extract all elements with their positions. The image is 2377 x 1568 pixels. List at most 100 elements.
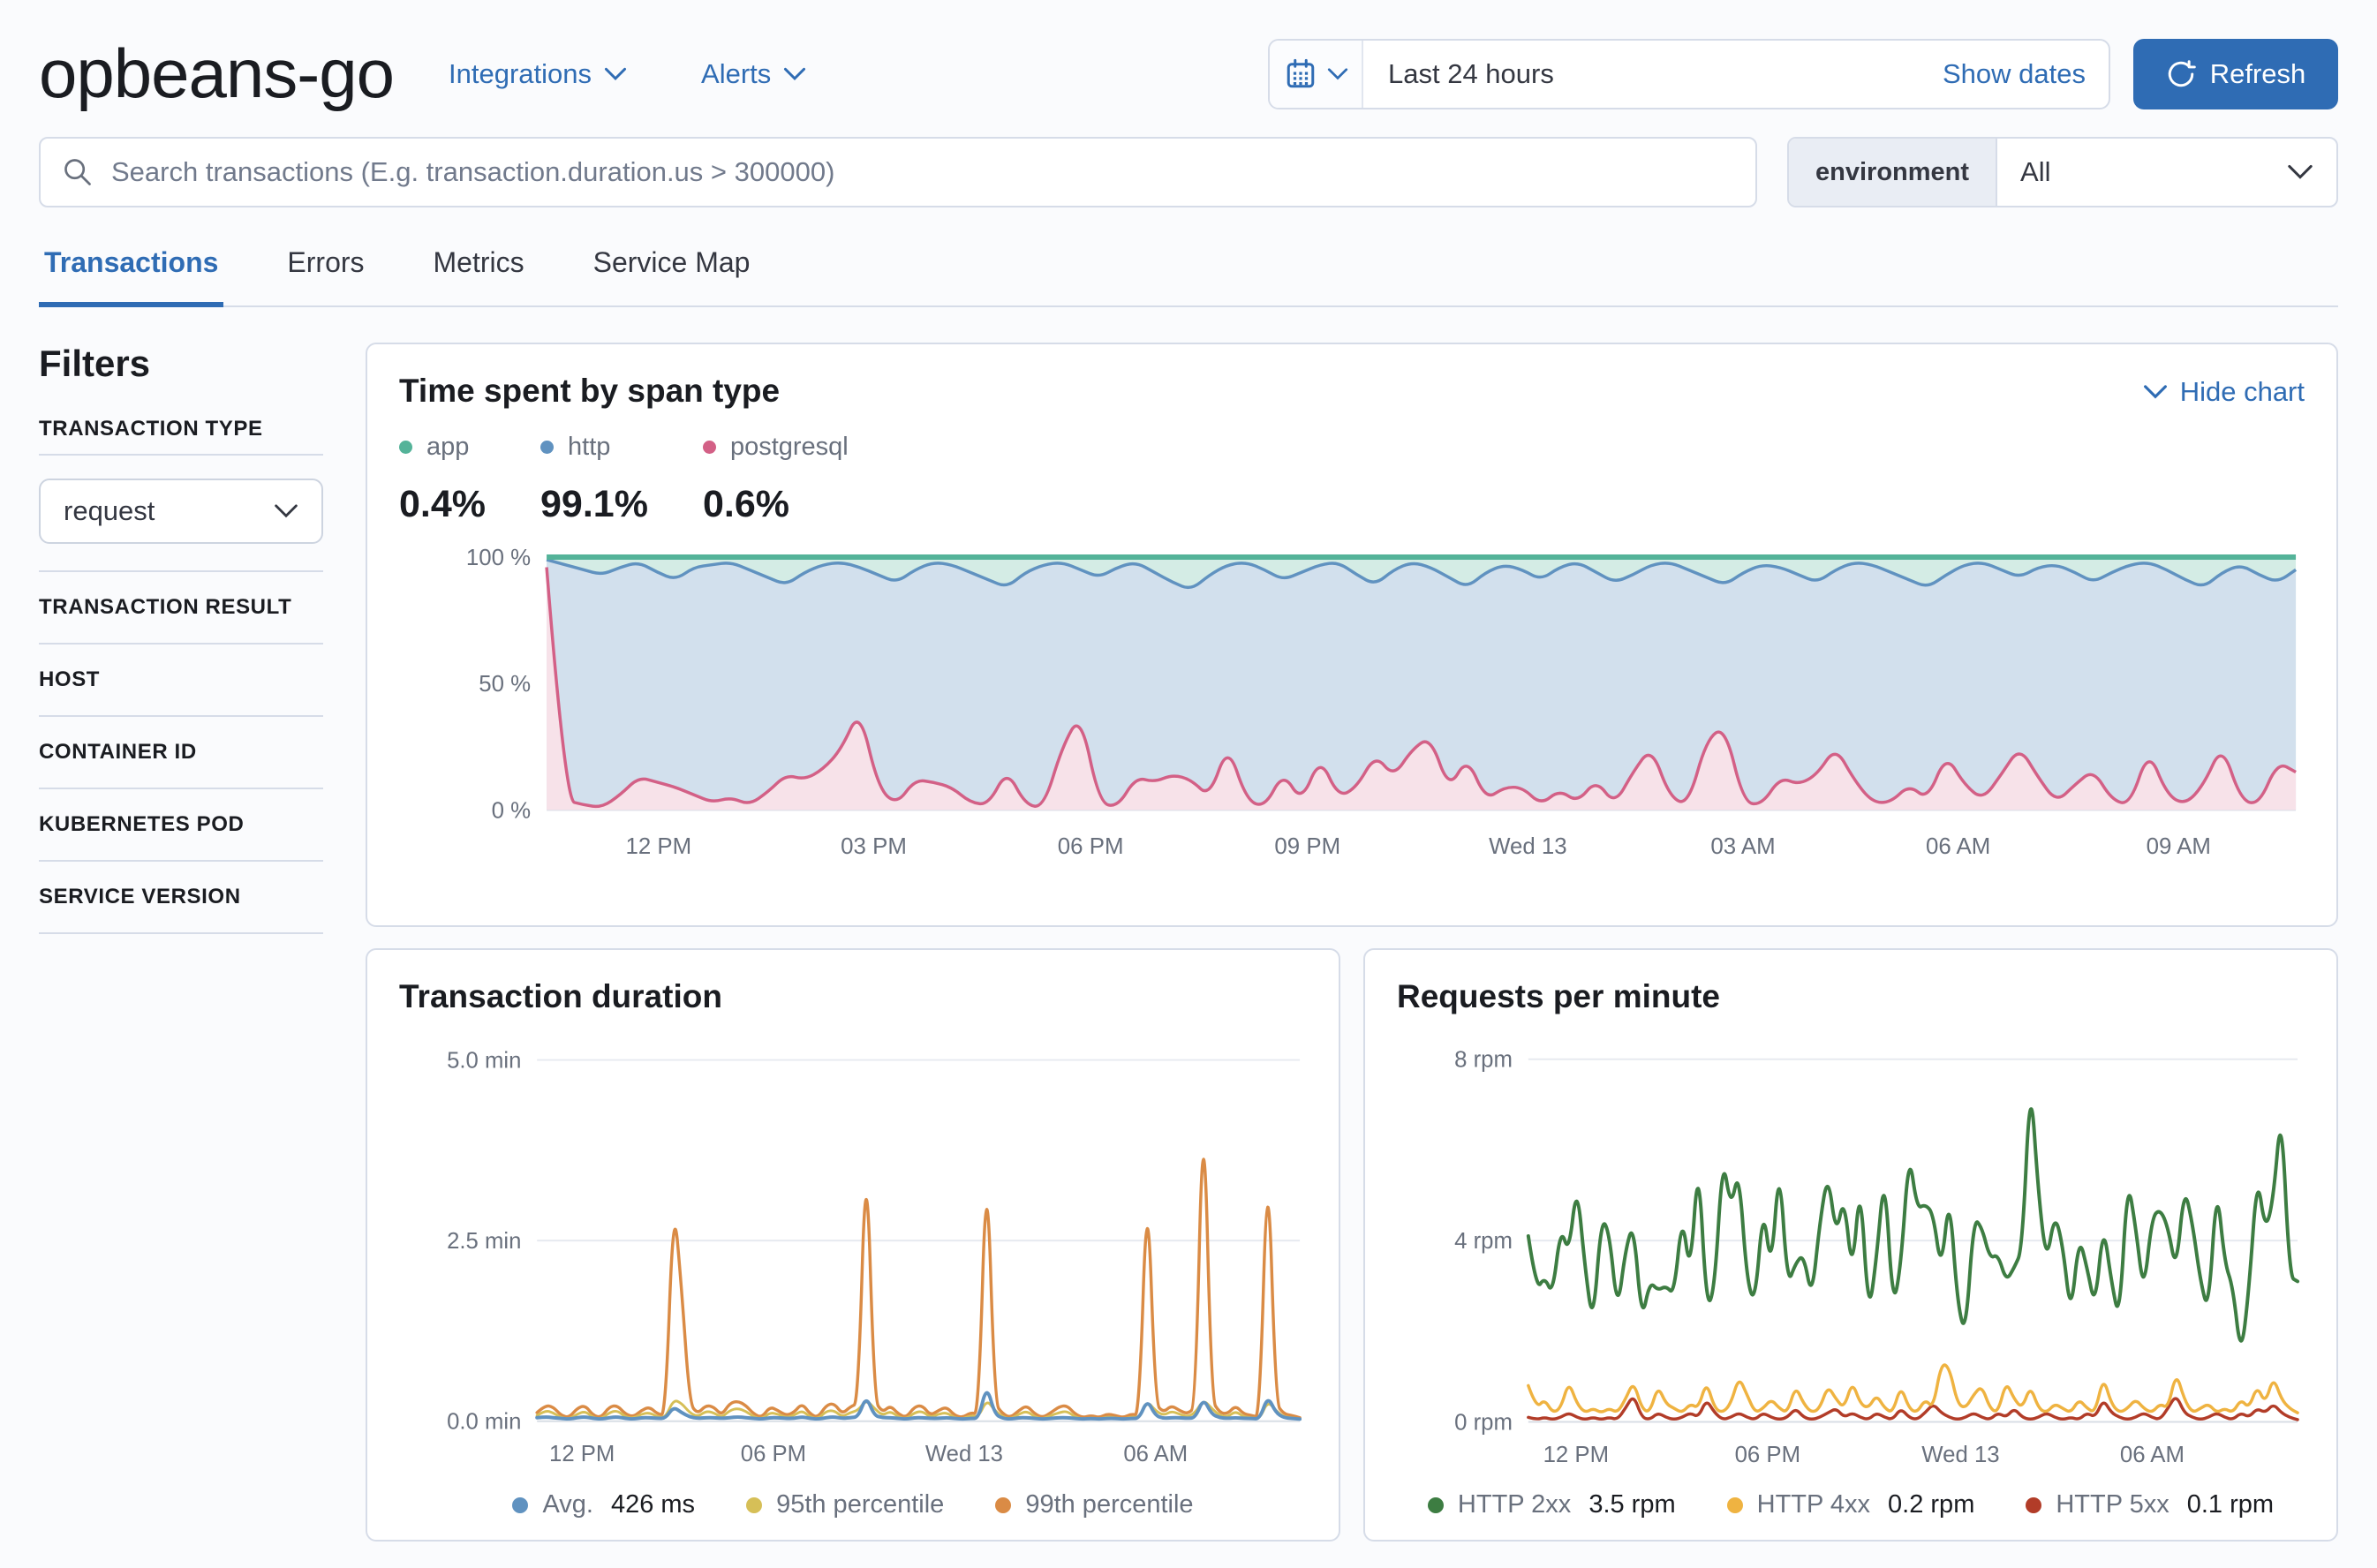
top-nav: Integrations Alerts xyxy=(449,58,806,90)
transaction-type-label: TRANSACTION TYPE xyxy=(39,417,263,441)
integrations-menu[interactable]: Integrations xyxy=(449,58,627,90)
legend-item-http-5xx[interactable]: HTTP 5xx 0.1 rpm xyxy=(2026,1490,2274,1519)
legend-item-avg[interactable]: Avg. 426 ms xyxy=(512,1490,695,1519)
chevron-down-icon xyxy=(604,66,627,82)
quick-select-date-button[interactable] xyxy=(1270,40,1363,108)
svg-text:Wed 13: Wed 13 xyxy=(925,1442,1003,1466)
svg-text:06 PM: 06 PM xyxy=(741,1442,806,1466)
chevron-down-icon xyxy=(274,503,298,519)
tab-service-map[interactable]: Service Map xyxy=(588,234,756,305)
content: Filters TRANSACTION TYPE request TRANSAC… xyxy=(0,343,2377,1542)
filter-section-transaction-result[interactable]: TRANSACTION RESULT xyxy=(39,572,323,643)
legend-dot-http-4xx xyxy=(1726,1496,1743,1513)
transaction-type-select[interactable]: request xyxy=(39,479,323,544)
svg-text:8 rpm: 8 rpm xyxy=(1454,1048,1513,1073)
legend-item-http-4xx[interactable]: HTTP 4xx 0.2 rpm xyxy=(1726,1490,1975,1519)
search-box xyxy=(39,137,1757,207)
time-spent-chart[interactable]: 100 % 50 % 0 % 12 PM 03 PM 06 PM 09 PM Wed 13 03… xyxy=(399,544,2305,897)
svg-text:50 %: 50 % xyxy=(479,672,531,697)
svg-text:03 AM: 03 AM xyxy=(1710,834,1775,859)
svg-text:03 PM: 03 PM xyxy=(841,834,907,859)
svg-text:06 PM: 06 PM xyxy=(1058,834,1124,859)
legend-dot-95th xyxy=(746,1496,763,1513)
legend-item-http-2xx[interactable]: HTTP 2xx 3.5 rpm xyxy=(1427,1490,1676,1519)
tab-metrics[interactable]: Metrics xyxy=(428,234,530,305)
filter-section-service-version[interactable]: SERVICE VERSION xyxy=(39,862,323,932)
search-row: environment All xyxy=(0,137,2377,207)
requests-per-minute-chart[interactable]: 8 rpm 4 rpm 0 rpm 12 PM 06 PM Wed 13 06 AM xyxy=(1397,1033,2305,1474)
apm-service-overview-page: opbeans-go Integrations Alerts Last 24 h… xyxy=(0,0,2377,1568)
legend-item-99th[interactable]: 99th percentile xyxy=(995,1490,1194,1519)
tab-transactions[interactable]: Transactions xyxy=(39,234,224,307)
time-range-value[interactable]: Last 24 hours xyxy=(1388,58,1554,90)
hide-chart-link[interactable]: Hide chart xyxy=(2143,376,2305,408)
svg-text:Wed 13: Wed 13 xyxy=(1921,1443,1999,1467)
http-4xx-value: 0.2 rpm xyxy=(1888,1490,1975,1519)
app-percentage: 0.4% xyxy=(399,483,487,525)
filter-section-container-id[interactable]: CONTAINER ID xyxy=(39,717,323,788)
svg-text:12 PM: 12 PM xyxy=(549,1442,615,1466)
calendar-icon xyxy=(1283,57,1318,92)
top-bar: opbeans-go Integrations Alerts Last 24 h… xyxy=(0,0,2377,114)
svg-text:12 PM: 12 PM xyxy=(1543,1443,1610,1467)
requests-per-minute-title: Requests per minute xyxy=(1397,978,1720,1014)
duration-legend: Avg. 426 ms 95th percentile 99th percent… xyxy=(399,1490,1307,1519)
filter-section-host[interactable]: HOST xyxy=(39,645,323,715)
refresh-icon xyxy=(2166,59,2196,89)
environment-select[interactable]: All xyxy=(1997,139,2336,206)
svg-text:2.5 min: 2.5 min xyxy=(447,1229,521,1254)
refresh-label: Refresh xyxy=(2209,57,2306,89)
http-5xx-value: 0.1 rpm xyxy=(2186,1490,2275,1519)
legend-dot-http xyxy=(540,441,555,454)
legend-dot-http-2xx xyxy=(1427,1496,1444,1513)
filters-sidebar: Filters TRANSACTION TYPE request TRANSAC… xyxy=(39,343,323,1542)
chevron-down-icon xyxy=(2143,384,2168,400)
service-tabs: Transactions Errors Metrics Service Map xyxy=(39,234,2338,307)
legend-item-95th[interactable]: 95th percentile xyxy=(746,1490,944,1519)
date-range-picker: Last 24 hours Show dates xyxy=(1268,38,2110,109)
svg-text:5.0 min: 5.0 min xyxy=(447,1048,521,1073)
legend-dot-postgresql xyxy=(702,441,716,454)
time-spent-panel: Time spent by span type Hide chart app h… xyxy=(366,343,2338,927)
transaction-duration-panel: Transaction duration 5.0 min 2.5 min 0.0 m… xyxy=(366,948,1340,1542)
chevron-down-icon xyxy=(2287,163,2313,181)
alerts-label: Alerts xyxy=(701,57,772,89)
legend-dot-http-5xx xyxy=(2026,1496,2042,1513)
integrations-label: Integrations xyxy=(449,57,592,89)
requests-per-minute-panel: Requests per minute 8 rpm 4 rpm 0 rpm 12 PM… xyxy=(1363,948,2338,1542)
http-percentage: 99.1% xyxy=(540,483,648,525)
transaction-duration-title: Transaction duration xyxy=(399,978,722,1014)
alerts-menu[interactable]: Alerts xyxy=(701,58,806,90)
transaction-type-value: request xyxy=(64,495,155,526)
svg-text:0 %: 0 % xyxy=(492,798,532,823)
svg-text:06 PM: 06 PM xyxy=(1735,1443,1801,1467)
transaction-duration-chart[interactable]: 5.0 min 2.5 min 0.0 min 12 PM 06 PM Wed 13 06 … xyxy=(399,1033,1307,1474)
refresh-button[interactable]: Refresh xyxy=(2133,38,2338,109)
svg-text:Wed 13: Wed 13 xyxy=(1489,834,1567,859)
svg-text:06 AM: 06 AM xyxy=(1926,834,1990,859)
svg-text:06 AM: 06 AM xyxy=(2120,1443,2185,1467)
legend-item-app[interactable]: app xyxy=(399,433,486,462)
environment-value: All xyxy=(2020,156,2051,187)
environment-filter: environment All xyxy=(1787,137,2338,207)
svg-text:09 PM: 09 PM xyxy=(1274,834,1340,859)
legend-item-postgresql[interactable]: postgresql xyxy=(702,433,849,462)
svg-text:4 rpm: 4 rpm xyxy=(1454,1229,1513,1254)
filter-section-kubernetes-pod[interactable]: KUBERNETES POD xyxy=(39,789,323,860)
chevron-down-icon xyxy=(783,66,806,82)
http-2xx-value: 3.5 rpm xyxy=(1588,1490,1676,1519)
svg-text:12 PM: 12 PM xyxy=(626,834,692,859)
avg-duration-value: 426 ms xyxy=(610,1490,696,1519)
time-spent-title: Time spent by span type xyxy=(399,373,781,409)
svg-text:06 AM: 06 AM xyxy=(1123,1442,1188,1466)
svg-text:0 rpm: 0 rpm xyxy=(1454,1410,1513,1435)
search-transactions-input[interactable] xyxy=(111,156,1734,188)
legend-dot-avg xyxy=(512,1496,529,1513)
legend-item-http[interactable]: http xyxy=(540,433,648,462)
legend-dot-app xyxy=(399,441,412,454)
svg-text:09 AM: 09 AM xyxy=(2147,834,2211,859)
chevron-down-icon xyxy=(1327,67,1348,81)
show-dates-link[interactable]: Show dates xyxy=(1943,58,2086,90)
tab-errors[interactable]: Errors xyxy=(282,234,369,305)
postgresql-percentage: 0.6% xyxy=(702,483,789,525)
